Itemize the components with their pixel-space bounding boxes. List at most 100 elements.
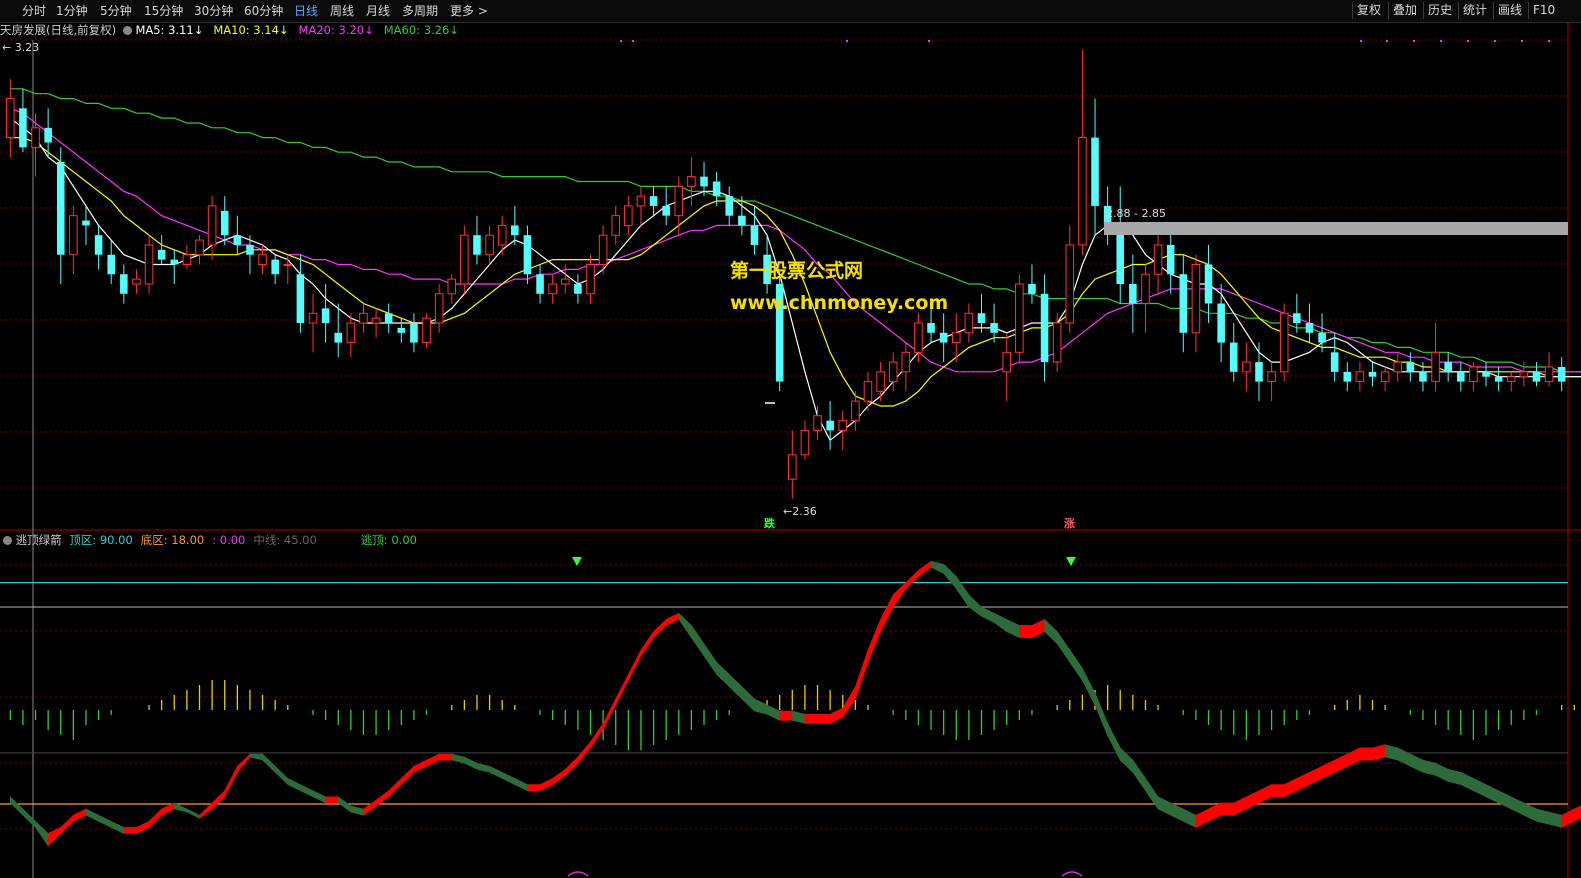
candle-body-up	[359, 312, 368, 324]
candle-body-down	[649, 196, 658, 206]
indicator-ribbon-segment	[716, 661, 730, 688]
indicator-ribbon-segment	[1082, 668, 1096, 706]
indicator-ribbon-segment	[98, 814, 112, 828]
indicator-ribbon-segment	[968, 594, 982, 617]
candle-body-down	[233, 235, 242, 245]
candle-body-down	[220, 210, 229, 236]
range-bar	[1104, 222, 1568, 235]
indicator-ribbon-segment	[1056, 630, 1071, 664]
indicator-ribbon-segment	[1119, 747, 1134, 774]
candle-body-up	[447, 278, 457, 295]
indicator-ribbon-segment	[350, 805, 364, 816]
indicator-ribbon-segment	[1410, 753, 1424, 773]
indicator-ribbon-segment	[1258, 784, 1272, 804]
candle-body-down	[1179, 274, 1188, 333]
bottom-signal-mark	[1061, 871, 1083, 877]
top-dot-marker	[928, 40, 930, 42]
indicator-ribbon-segment	[665, 612, 680, 626]
bottom-signal-mark	[567, 871, 589, 877]
indicator-ribbon-segment	[237, 753, 251, 774]
candle-body-down	[321, 308, 330, 324]
indicator-ribbon-segment	[691, 624, 705, 657]
candle-body-up	[951, 332, 961, 344]
indicator-ribbon-segment	[1031, 618, 1045, 639]
indicator-ribbon-segment	[527, 784, 541, 792]
indicator-ribbon-segment	[1094, 692, 1108, 736]
indicator-ribbon-segment	[943, 563, 957, 590]
candle-body-up	[1191, 263, 1201, 334]
top-dot-marker	[1386, 40, 1388, 42]
range-label: 2.88 - 2.85	[1106, 207, 1166, 220]
indicator-ribbon-segment	[514, 777, 528, 792]
indicator-ribbon-segment	[1220, 802, 1235, 816]
indicator-ribbon-segment	[867, 619, 881, 663]
candle-body-down	[56, 162, 65, 255]
candle-body-up	[182, 254, 192, 265]
indicator-ribbon-segment	[955, 575, 970, 609]
candle-body-down	[410, 323, 418, 343]
indicator-ribbon-segment	[22, 808, 36, 829]
indicator-ribbon-segment	[211, 789, 225, 810]
candle-body-down	[120, 274, 128, 294]
candle-body-up	[308, 312, 318, 324]
candle-body-down	[384, 313, 393, 324]
candle-body-up	[1065, 244, 1075, 324]
candle-body-down	[1343, 371, 1352, 382]
indicator-ribbon-segment	[1044, 618, 1058, 645]
indicator-ribbon-segment	[678, 612, 692, 639]
indicator-ribbon-segment	[766, 704, 781, 721]
candle-body-up	[371, 317, 381, 324]
candle-body-down	[725, 196, 734, 216]
indicator-ribbon-segment	[1460, 771, 1474, 792]
candle-body-down	[271, 259, 279, 275]
indicator-ribbon-segment	[1435, 762, 1449, 782]
candle-body-down	[1040, 293, 1049, 363]
candle-body-down	[246, 244, 254, 255]
candle-body-up	[1544, 366, 1554, 383]
indicator-ribbon-segment	[1548, 811, 1562, 828]
indicator-ribbon-segment	[1334, 753, 1348, 773]
top-dot-marker	[1521, 40, 1523, 42]
candle-body-up	[586, 263, 595, 295]
indicator-ribbon-segment	[590, 722, 604, 749]
indicator-ribbon-segment	[224, 766, 238, 797]
signal-up-label: 涨	[1064, 516, 1075, 530]
indicator-ribbon-segment	[1372, 744, 1386, 761]
candle-body-up	[560, 278, 570, 285]
candle-body-up	[1279, 312, 1289, 373]
indicator-ribbon-segment	[1422, 759, 1436, 776]
top-dot-marker	[632, 40, 634, 42]
indicator-ribbon-segment	[1157, 796, 1171, 816]
indicator-ribbon-segment	[464, 756, 478, 770]
candle-body-down	[1229, 342, 1238, 372]
candle-body-up	[964, 312, 974, 334]
candle-body-down	[977, 313, 986, 324]
watermark-title: 第一股票公式网	[730, 260, 864, 282]
indicator-ribbon-segment	[855, 649, 869, 699]
candle-body-down	[738, 215, 746, 226]
indicator-ribbon-segment	[1283, 777, 1298, 798]
indicator-ribbon-segment	[413, 759, 427, 773]
candle-body-up	[1431, 351, 1440, 383]
candle-body-down	[334, 332, 343, 343]
indicator-ribbon-segment	[1473, 777, 1487, 798]
indicator-ribbon-segment	[1183, 808, 1197, 828]
escape-arrow-icon	[1066, 557, 1076, 566]
indicator-ribbon-segment	[1170, 802, 1184, 822]
candle-body-up	[497, 224, 507, 246]
indicator-ribbon-segment	[1018, 625, 1033, 639]
candle-body-up	[1267, 371, 1276, 383]
candle-body-down	[1406, 362, 1415, 372]
candle-body-down	[712, 181, 721, 197]
indicator-ribbon-segment	[73, 808, 87, 822]
indicator-ribbon-segment	[148, 808, 162, 829]
candle-body-up	[876, 371, 885, 392]
candle-body-up	[258, 254, 267, 265]
indicator-ribbon-segment	[1246, 790, 1260, 810]
candle-body-up	[132, 278, 141, 285]
indicator-ribbon-segment	[35, 820, 49, 847]
candle-body-down	[44, 127, 52, 143]
stock-chart[interactable]: 2.88 - 2.85 ← 3.23 ←2.36 跌 涨	[0, 0, 1581, 878]
candle-body-up	[1519, 371, 1529, 378]
indicator-ribbon-segment	[1447, 768, 1462, 785]
